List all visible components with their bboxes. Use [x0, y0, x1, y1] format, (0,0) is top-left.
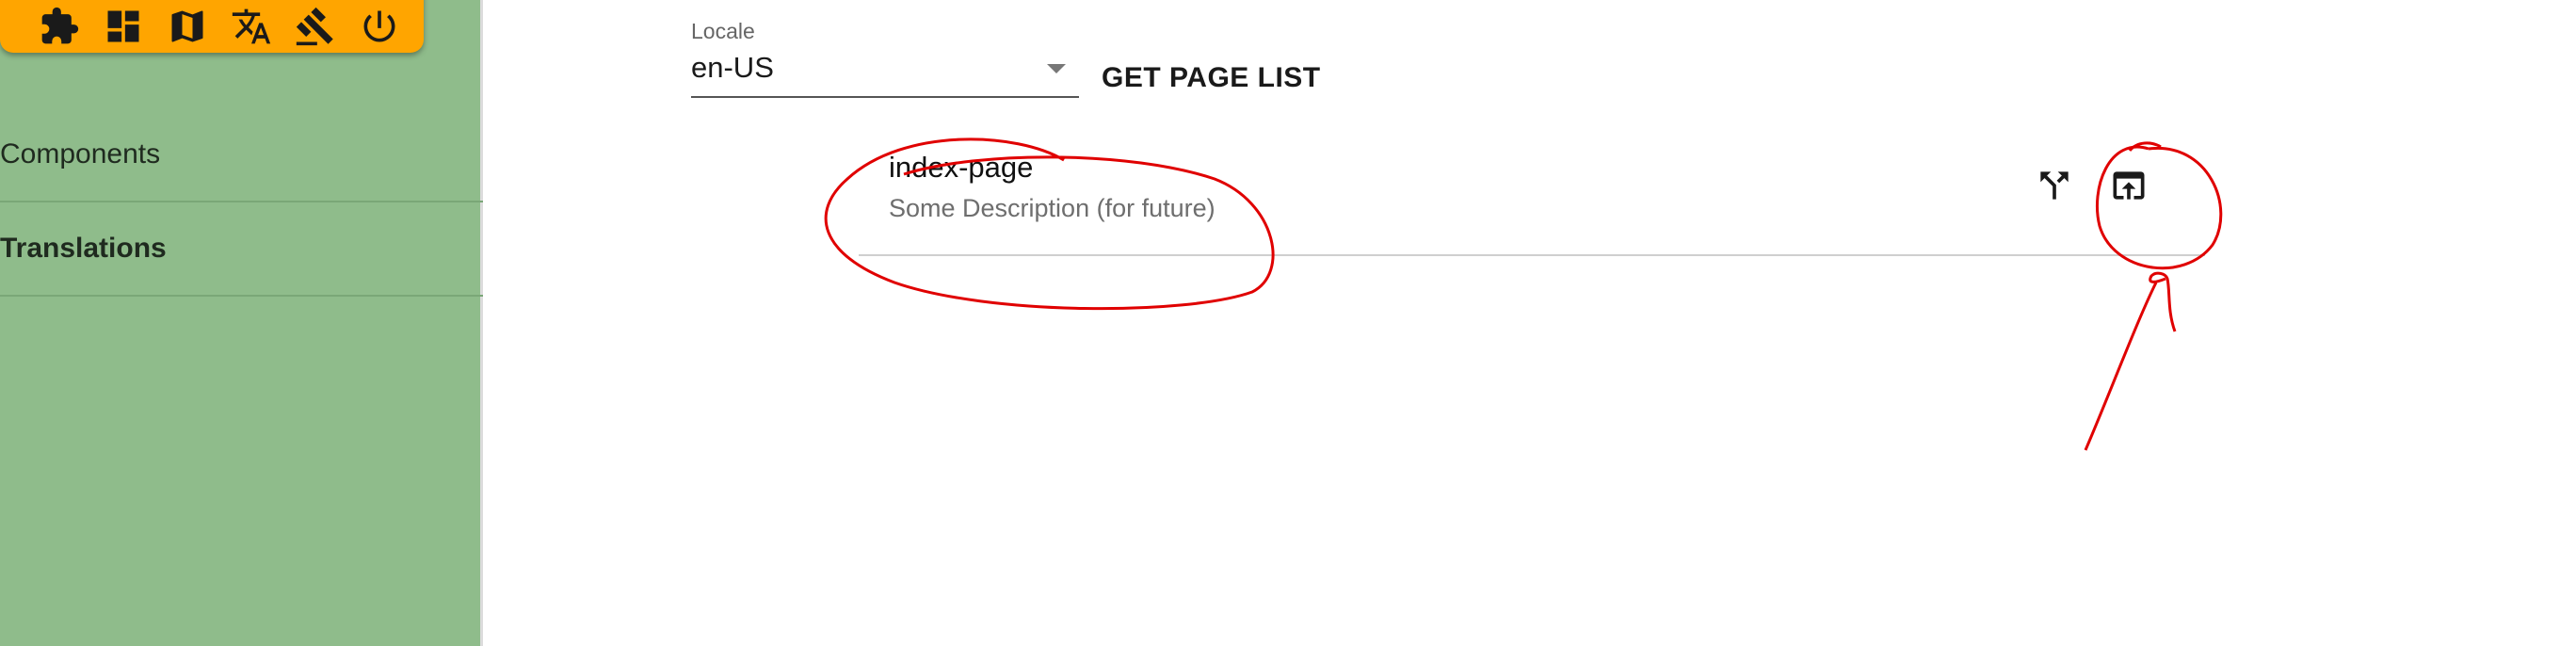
sidebar: Components Translations [0, 0, 483, 646]
open-in-browser-icon[interactable] [2105, 162, 2152, 209]
locale-field: Locale en-US [691, 19, 1079, 98]
sidebar-item-components[interactable]: Components [0, 108, 483, 202]
dashboard-icon[interactable] [102, 5, 145, 48]
power-icon[interactable] [358, 5, 401, 48]
locale-label: Locale [691, 19, 755, 43]
puzzle-icon[interactable] [38, 5, 81, 48]
chevron-down-icon [1047, 64, 1066, 73]
toolbar [0, 0, 424, 53]
list-item[interactable]: index-page Some Description (for future) [859, 132, 2205, 256]
page-description: Some Description (for future) [889, 194, 1216, 222]
sidebar-item-translations[interactable]: Translations [0, 202, 483, 297]
sidebar-item-label: Translations [0, 233, 167, 264]
locale-select[interactable]: en-US [691, 47, 1079, 98]
fork-icon[interactable] [2031, 162, 2078, 209]
annotation-pointer [2084, 271, 2177, 451]
get-page-list-button[interactable]: GET PAGE LIST [1102, 55, 1321, 102]
locale-value: en-US [691, 51, 774, 84]
translate-icon[interactable] [230, 5, 273, 48]
gavel-icon[interactable] [294, 5, 337, 48]
sidebar-item-label: Components [0, 138, 161, 170]
page-title: index-page [889, 151, 1034, 184]
map-icon[interactable] [166, 5, 209, 48]
